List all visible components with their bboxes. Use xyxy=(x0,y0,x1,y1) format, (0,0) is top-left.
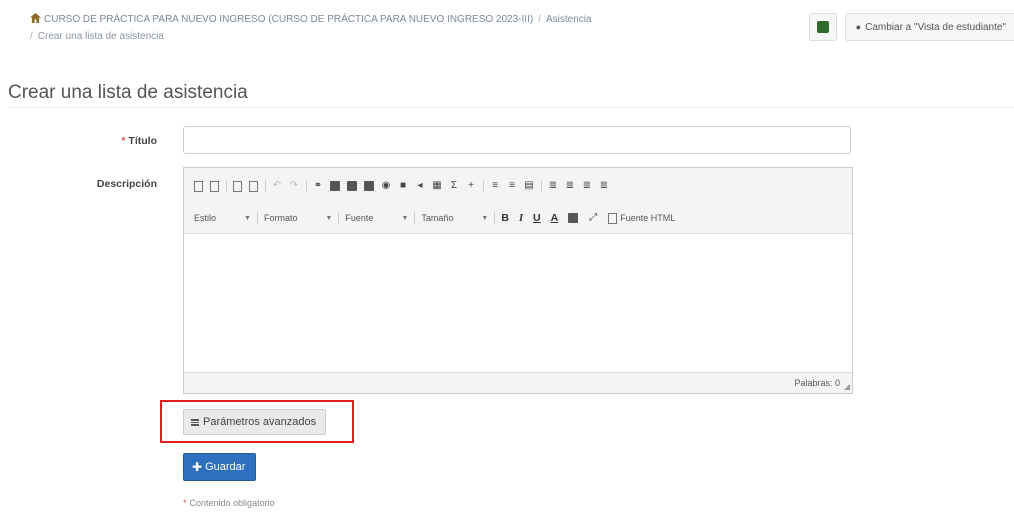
bulleted-list-icon[interactable]: ≡ xyxy=(507,181,517,191)
paste-text-icon[interactable] xyxy=(249,180,258,192)
new-page-icon[interactable] xyxy=(194,180,203,192)
chevron-down-icon: ▼ xyxy=(401,214,409,222)
required-asterisk: * xyxy=(183,498,187,508)
blockquote-icon[interactable]: ▤ xyxy=(524,181,534,191)
toolbar-separator xyxy=(226,180,227,192)
gallery-icon[interactable] xyxy=(347,181,357,191)
save-label: Guardar xyxy=(205,461,246,473)
align-center-icon[interactable]: ≣ xyxy=(565,181,575,191)
eye-icon: ● xyxy=(855,22,862,32)
toolbar-separator xyxy=(494,212,496,224)
source-html-button[interactable]: Fuente HTML xyxy=(608,212,675,224)
bold-button[interactable]: B xyxy=(501,212,509,224)
title-input[interactable] xyxy=(183,126,851,154)
required-note: * Contenido obligatorio xyxy=(183,498,275,508)
style-combo[interactable]: Estilo ▼ xyxy=(194,211,251,225)
editor-content-area[interactable] xyxy=(184,234,852,373)
switch-student-view-button[interactable]: ● Cambiar a "Vista de estudiante" xyxy=(844,13,1014,41)
audio-icon[interactable]: ◂ xyxy=(415,181,425,191)
font-combo[interactable]: Fuente ▼ xyxy=(345,211,408,225)
save-button[interactable]: ✚ Guardar xyxy=(183,453,257,481)
word-count: Palabras: 0 xyxy=(794,378,840,388)
formula-icon[interactable]: Σ xyxy=(449,181,459,191)
youtube-icon[interactable]: ■ xyxy=(398,181,408,191)
align-justify-icon[interactable]: ≣ xyxy=(599,181,609,191)
text-color-button[interactable]: A xyxy=(551,212,559,224)
preview-icon[interactable] xyxy=(210,180,219,192)
chevron-down-icon: ▼ xyxy=(481,214,489,222)
flash-icon[interactable]: ◉ xyxy=(381,181,391,191)
breadcrumb-current: Crear una lista de asistencia xyxy=(37,31,164,42)
align-left-icon[interactable]: ≣ xyxy=(548,181,558,191)
breadcrumb-separator: / xyxy=(30,31,33,42)
bars-icon xyxy=(191,418,199,426)
title-label: * Título xyxy=(121,135,157,147)
top-right-controls: ● Cambiar a "Vista de estudiante" xyxy=(808,13,1014,41)
horizontal-rule-icon[interactable]: + xyxy=(466,181,476,191)
maximize-icon[interactable]: ⤢ xyxy=(588,213,598,223)
breadcrumb: CURSO DE PRÁCTICA PARA NUEVO INGRESO (CU… xyxy=(30,12,730,44)
student-view-icon xyxy=(816,21,829,33)
advanced-params-label: Parámetros avanzados xyxy=(203,416,317,428)
chevron-down-icon: ▼ xyxy=(325,214,333,222)
page-title: Crear una lista de asistencia xyxy=(8,82,248,103)
align-right-icon[interactable]: ≣ xyxy=(582,181,592,191)
italic-button[interactable]: I xyxy=(519,213,523,224)
size-combo[interactable]: Tamaño ▼ xyxy=(421,211,488,225)
required-asterisk: * xyxy=(121,135,126,147)
toolbar-separator xyxy=(256,212,258,224)
home-icon[interactable] xyxy=(30,13,41,23)
numbered-list-icon[interactable]: ≡ xyxy=(490,181,500,191)
toolbar-separator xyxy=(541,180,542,192)
source-icon xyxy=(608,212,618,224)
switch-student-view-label: Cambiar a "Vista de estudiante" xyxy=(865,21,1006,33)
format-combo[interactable]: Formato ▼ xyxy=(264,211,332,225)
description-editor: ↶ ↷ ⚭ ◉ ■ ◂ ▦ Σ + ≡ ≡ ▤ ≣ ≣ ≣ ≣ Estilo▼ xyxy=(183,167,853,394)
toolbar-separator xyxy=(306,180,307,192)
editor-status-bar: Palabras: 0 ◢ xyxy=(184,372,852,393)
redo-icon[interactable]: ↷ xyxy=(289,181,299,191)
description-label: Descripción xyxy=(96,178,157,190)
plus-icon: ✚ xyxy=(192,460,203,474)
underline-button[interactable]: U xyxy=(533,212,541,224)
student-view-icon-button[interactable] xyxy=(808,13,837,41)
media-icon[interactable] xyxy=(364,181,374,191)
toolbar-separator xyxy=(483,180,484,192)
toolbar-row-1: ↶ ↷ ⚭ ◉ ■ ◂ ▦ Σ + ≡ ≡ ▤ ≣ ≣ ≣ ≣ xyxy=(194,176,844,196)
chevron-down-icon: ▼ xyxy=(244,214,251,222)
undo-icon[interactable]: ↶ xyxy=(272,181,282,191)
advanced-params-button[interactable]: Parámetros avanzados xyxy=(183,409,327,435)
toolbar-row-2: Estilo ▼ Formato ▼ Fuente ▼ Tamaño ▼ B I U A… xyxy=(194,208,844,228)
table-icon[interactable]: ▦ xyxy=(432,181,442,191)
toolbar-separator xyxy=(338,212,340,224)
paste-icon[interactable] xyxy=(233,180,242,192)
toolbar-separator xyxy=(414,212,416,224)
toolbar-separator xyxy=(265,180,266,192)
breadcrumb-course-link[interactable]: CURSO DE PRÁCTICA PARA NUEVO INGRESO (CU… xyxy=(44,14,533,25)
background-color-icon[interactable] xyxy=(568,213,579,223)
link-icon[interactable]: ⚭ xyxy=(313,181,323,191)
resize-grip-icon[interactable]: ◢ xyxy=(844,382,850,391)
title-divider xyxy=(8,107,1014,108)
breadcrumb-separator: / xyxy=(538,14,541,25)
image-icon[interactable] xyxy=(330,181,340,191)
editor-toolbar: ↶ ↷ ⚭ ◉ ■ ◂ ▦ Σ + ≡ ≡ ▤ ≣ ≣ ≣ ≣ Estilo▼ xyxy=(184,168,852,234)
breadcrumb-section-link[interactable]: Asistencia xyxy=(546,14,592,25)
